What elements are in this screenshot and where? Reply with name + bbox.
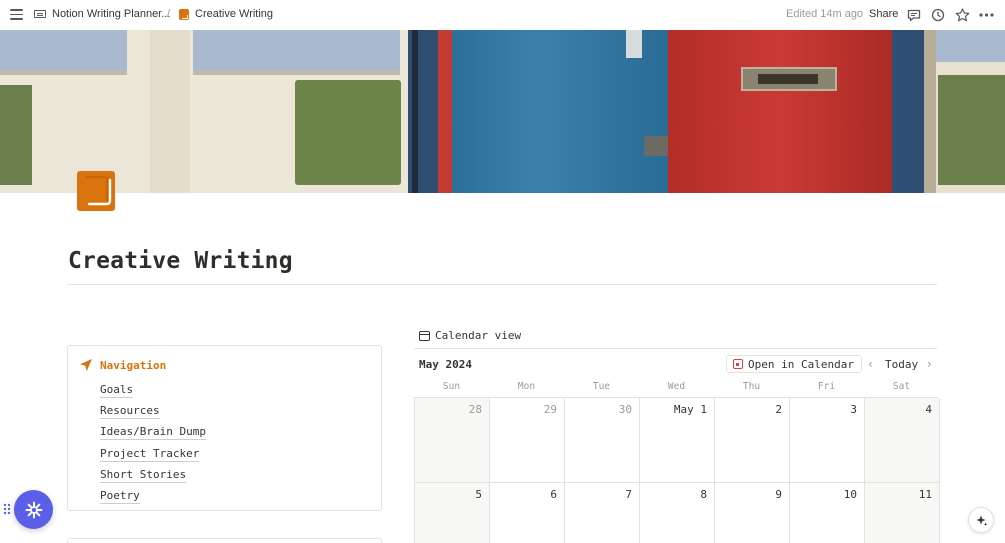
weekday-sun: Sun xyxy=(442,381,461,392)
sparkle-icon xyxy=(976,515,987,526)
breadcrumb-current-label: Creative Writing xyxy=(195,8,274,20)
star-icon[interactable] xyxy=(954,7,970,23)
nav-link-project-tracker[interactable]: Project Tracker xyxy=(100,446,200,462)
share-button[interactable]: Share xyxy=(869,8,898,20)
title-divider xyxy=(67,284,937,285)
day-number: 11 xyxy=(918,488,932,501)
day-number: 6 xyxy=(550,488,557,501)
nav-link-short-stories[interactable]: Short Stories xyxy=(100,467,187,483)
calendar-day[interactable]: 6 xyxy=(490,483,565,543)
weekday-fri: Fri xyxy=(817,381,836,392)
nav-link-goals[interactable]: Goals xyxy=(100,383,134,398)
weekday-thu: Thu xyxy=(742,381,761,392)
open-in-calendar-button[interactable]: Open in Calendar xyxy=(726,355,862,373)
weekday-tue: Tue xyxy=(592,381,611,392)
weekday-wed: Wed xyxy=(667,381,686,392)
navigation-list: Goals Resources Ideas/Brain Dump Project… xyxy=(100,378,206,505)
edited-timestamp: Edited 14m ago xyxy=(786,8,864,20)
calendar-grid: 28 29 30 May 1 2 3 4 5 6 7 8 9 10 11 xyxy=(414,397,940,543)
calendar-divider xyxy=(414,348,937,349)
day-number: 3 xyxy=(850,403,857,416)
today-button[interactable]: Today xyxy=(885,358,918,371)
nav-item-resources: Resources xyxy=(100,399,206,420)
menu-icon[interactable] xyxy=(10,9,23,20)
drag-handle-icon[interactable] xyxy=(3,503,11,515)
calendar-day[interactable]: 9 xyxy=(715,483,790,543)
day-number: 5 xyxy=(475,488,482,501)
calendar-day[interactable]: 5 xyxy=(415,483,490,543)
navigation-arrow-icon xyxy=(80,359,92,371)
more-icon[interactable] xyxy=(978,7,994,23)
calendar-view-label: Calendar view xyxy=(435,329,522,342)
top-bar: Notion Writing Planner... / Creative Wri… xyxy=(0,0,1005,30)
calendar-app-icon xyxy=(733,359,743,369)
calendar-day[interactable]: 11 xyxy=(865,483,940,543)
calendar-view-tab[interactable]: Calendar view xyxy=(419,329,521,342)
nav-link-resources[interactable]: Resources xyxy=(100,404,160,420)
calendar-day[interactable]: May 1 xyxy=(640,398,715,483)
page-title[interactable]: Creative Writing xyxy=(68,248,293,274)
calendar-day[interactable]: 30 xyxy=(565,398,640,483)
day-number: 4 xyxy=(925,403,932,416)
calendar-icon xyxy=(419,330,430,341)
chevron-left-icon[interactable]: ‹ xyxy=(868,357,873,371)
book-icon[interactable] xyxy=(77,171,115,211)
weekday-sat: Sat xyxy=(892,381,911,392)
day-number: 9 xyxy=(775,488,782,501)
breadcrumb-parent-label: Notion Writing Planner... xyxy=(52,8,171,20)
calendar-day[interactable]: 29 xyxy=(490,398,565,483)
nav-item-ideas: Ideas/Brain Dump xyxy=(100,420,206,441)
breadcrumb-separator: / xyxy=(167,8,171,20)
clock-icon[interactable] xyxy=(930,7,946,23)
calendar-month: May 2024 xyxy=(419,358,472,371)
nav-item-goals: Goals xyxy=(100,378,206,399)
day-number: 28 xyxy=(468,403,482,416)
nav-item-poetry: Poetry xyxy=(100,484,206,505)
navigation-title: Navigation xyxy=(100,359,167,372)
open-in-calendar-label: Open in Calendar xyxy=(748,357,854,371)
day-number: 8 xyxy=(700,488,707,501)
day-number: 7 xyxy=(625,488,632,501)
keyboard-icon xyxy=(34,10,46,18)
assistant-button[interactable] xyxy=(14,490,53,529)
nav-link-poetry[interactable]: Poetry xyxy=(100,488,140,504)
chevron-right-icon[interactable]: › xyxy=(927,357,932,371)
calendar-day[interactable]: 7 xyxy=(565,483,640,543)
calendar-day[interactable]: 10 xyxy=(790,483,865,543)
breadcrumb-current[interactable]: Creative Writing xyxy=(179,8,273,20)
day-number: 30 xyxy=(618,403,632,416)
calendar-day[interactable]: 28 xyxy=(415,398,490,483)
weekday-mon: Mon xyxy=(517,381,536,392)
nav-item-short-stories: Short Stories xyxy=(100,463,206,484)
calendar-day[interactable]: 3 xyxy=(790,398,865,483)
comment-icon[interactable] xyxy=(906,7,922,23)
day-number: 10 xyxy=(843,488,857,501)
calendar-day[interactable]: 4 xyxy=(865,398,940,483)
ai-sparkle-button[interactable] xyxy=(968,507,994,533)
book-icon xyxy=(179,8,189,20)
next-callout xyxy=(67,538,382,543)
nav-item-project-tracker: Project Tracker xyxy=(100,442,206,463)
snowflake-icon xyxy=(25,501,42,518)
day-number: May 1 xyxy=(673,403,707,416)
nav-link-ideas[interactable]: Ideas/Brain Dump xyxy=(100,425,206,441)
calendar-day[interactable]: 8 xyxy=(640,483,715,543)
day-number: 2 xyxy=(775,403,782,416)
breadcrumb-parent[interactable]: Notion Writing Planner... xyxy=(34,8,170,20)
navigation-callout: Navigation Goals Resources Ideas/Brain D… xyxy=(67,345,382,511)
cover-image xyxy=(0,30,1005,193)
day-number: 29 xyxy=(543,403,557,416)
calendar-day[interactable]: 2 xyxy=(715,398,790,483)
